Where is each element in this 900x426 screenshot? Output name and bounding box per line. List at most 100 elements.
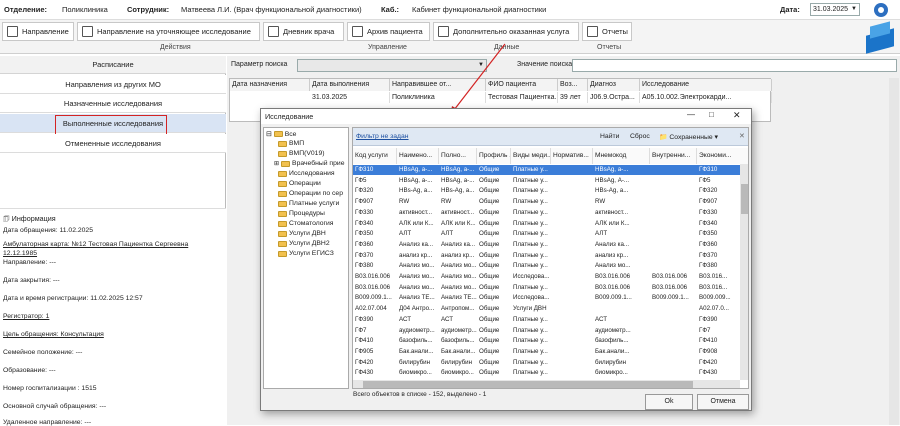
info-ambulatory-card[interactable]: Амбулаторная карта: №12 Тестовая Пациент… bbox=[3, 241, 188, 248]
patient-archive-button[interactable]: Архив пациента bbox=[347, 22, 430, 41]
scrollbar-horizontal[interactable] bbox=[353, 380, 740, 388]
table-row[interactable]: B009.009.1... Анализ ТЕ... Анализ ТЕ... Общ… bbox=[353, 293, 740, 303]
diary-icon bbox=[268, 26, 279, 37]
table-cell: АСТ bbox=[441, 315, 454, 323]
column-header[interactable]: Дата выполнения bbox=[310, 79, 390, 91]
scrollbar[interactable] bbox=[740, 164, 748, 380]
table-row[interactable]: ГФ330 активност... активност... Общие Платны… bbox=[353, 208, 740, 218]
scrollbar[interactable] bbox=[889, 78, 899, 425]
tree-node[interactable]: ВМП(V019) bbox=[278, 150, 324, 157]
nav-item-external-directions[interactable]: Направления из других МО bbox=[0, 75, 226, 94]
column-header[interactable]: Дата назначения bbox=[230, 79, 310, 91]
tree-node[interactable]: Исследования bbox=[278, 170, 335, 177]
column-header[interactable]: Виды меди... bbox=[511, 148, 551, 164]
column-header[interactable]: Наимено... bbox=[397, 148, 439, 164]
table-cell: ГФ7 bbox=[355, 326, 367, 334]
maximize-icon[interactable]: □ bbox=[709, 110, 714, 119]
reset-button[interactable]: Сброс bbox=[630, 133, 650, 140]
additional-service-button[interactable]: Дополнительно оказанная услуга bbox=[433, 22, 579, 41]
nav-item-cancelled-studies[interactable]: Отмененные исследования bbox=[0, 134, 226, 153]
table-cell: Исследова... bbox=[513, 273, 550, 280]
tree-node[interactable]: ⊞ Врачебный прие bbox=[274, 160, 344, 167]
folder-icon bbox=[281, 160, 291, 167]
table-cell bbox=[551, 347, 593, 357]
table-cell bbox=[551, 293, 593, 303]
info-direction: Направление: --- bbox=[3, 259, 57, 266]
tree-node[interactable]: Операции по сер bbox=[278, 190, 343, 197]
column-header[interactable]: Мнемокод bbox=[593, 148, 650, 164]
table-row[interactable]: ГФ905 Бак.анали... Бак.анали... Общие Платны… bbox=[353, 347, 740, 357]
table-row[interactable]: ГФ390 АСТ АСТ Общие Платные у... АСТ ГФ390 bbox=[353, 315, 740, 325]
table-cell: Общие bbox=[479, 251, 500, 259]
tree-node[interactable]: ВМП bbox=[278, 140, 304, 147]
doctor-diary-button[interactable]: Дневник врача bbox=[263, 22, 344, 41]
table-row[interactable]: ГФ360 Анализ ка... Анализ ка... Общие Платны… bbox=[353, 240, 740, 250]
table-cell: Общие bbox=[479, 273, 500, 280]
table-cell: Платные у... bbox=[513, 262, 548, 270]
saved-filters-button[interactable]: 📁 Сохраненные ▾ bbox=[659, 133, 718, 141]
table-row[interactable]: ГФ7 аудиометр... аудиометр... Общие Платные … bbox=[353, 326, 740, 336]
column-header[interactable]: Полно... bbox=[439, 148, 477, 164]
table-row[interactable]: ГФ420 билирубин билирубин Общие Платные у...… bbox=[353, 358, 740, 368]
table-cell: RW bbox=[399, 198, 410, 206]
table-row[interactable]: ГФ430 биомикро... биомикро... Общие Платные … bbox=[353, 368, 740, 378]
table-cell: HBsAg, а-... bbox=[595, 166, 629, 173]
table-cell bbox=[650, 358, 697, 368]
column-header[interactable]: Экономи... bbox=[697, 148, 748, 164]
dialog-title: Исследование bbox=[265, 112, 314, 121]
tree-node[interactable]: Платные услуги bbox=[278, 200, 339, 207]
table-row[interactable]: ГФ907 RW RW Общие Платные у... RW ГФ907 bbox=[353, 197, 740, 207]
table-cell bbox=[650, 326, 697, 336]
cancel-button[interactable]: Отмена bbox=[697, 394, 749, 410]
search-value-input[interactable] bbox=[572, 59, 897, 72]
tree-node[interactable]: Операции bbox=[278, 180, 321, 187]
tree-node[interactable]: Услуги ЕГИСЗ bbox=[278, 250, 334, 257]
table-cell: Анализ ка... bbox=[441, 240, 476, 248]
column-header[interactable]: Диагноз bbox=[588, 79, 640, 91]
info-visit-purpose[interactable]: Цель обращения: Консультация bbox=[3, 331, 104, 338]
column-header[interactable]: Воз... bbox=[558, 79, 588, 91]
table-row[interactable]: ГФ320 HBs-Ag, а... HBs-Ag, а... Общие Платны… bbox=[353, 186, 740, 196]
column-header[interactable]: Норматив... bbox=[551, 148, 593, 164]
column-header[interactable]: Код услуги bbox=[353, 148, 397, 164]
close-icon[interactable]: ✕ bbox=[733, 110, 741, 121]
nav-item-assigned-studies[interactable]: Назначенные исследования bbox=[0, 94, 226, 113]
clarifying-direction-button[interactable]: Направление на уточняющее исследование bbox=[77, 22, 260, 41]
minimize-icon[interactable]: — bbox=[687, 110, 695, 119]
table-row[interactable]: ГФ410 базофиль... базофиль... Общие Платные … bbox=[353, 336, 740, 346]
close-icon[interactable]: ✕ bbox=[739, 132, 745, 140]
table-cell: АЛК или К... bbox=[399, 219, 434, 227]
find-button[interactable]: Найти bbox=[600, 133, 619, 140]
tree-node[interactable]: Процедуры bbox=[278, 210, 325, 217]
table-row[interactable]: B03.016.006 Анализ мо... Анализ мо... Общие… bbox=[353, 283, 740, 293]
tree-node[interactable]: Услуги ДВН bbox=[278, 230, 326, 237]
table-cell bbox=[650, 315, 697, 325]
table-row[interactable]: ГФ310 HBsAg, а-... HBsAg, а-... Общие Платны… bbox=[353, 165, 740, 175]
tree-root[interactable]: ⊟ Все bbox=[266, 130, 296, 139]
table-row[interactable]: B03.016.006 Анализ мо... Анализ мо... Общие… bbox=[353, 272, 740, 282]
reports-button[interactable]: Отчеты bbox=[582, 22, 632, 41]
schedule-header[interactable]: Расписание bbox=[0, 56, 226, 74]
table-cell: Платные у... bbox=[513, 166, 548, 173]
gear-icon[interactable] bbox=[874, 3, 888, 17]
table-row[interactable]: ГФ370 анализ кр... анализ кр... Общие Платны… bbox=[353, 251, 740, 261]
table-cell bbox=[551, 368, 593, 378]
tree-node[interactable]: Стоматология bbox=[278, 220, 333, 227]
info-registrar[interactable]: Регистратор: 1 bbox=[3, 313, 49, 320]
grid-icon bbox=[438, 26, 449, 37]
table-row[interactable]: ГФ5 HBsAg, а-... HBsAg, а-... Общие Платные … bbox=[353, 176, 740, 186]
column-header[interactable]: Исследование bbox=[640, 79, 772, 91]
table-cell: билирубин bbox=[441, 358, 473, 366]
table-row[interactable]: ГФ380 Анализ мо... Анализ мо... Общие Платны… bbox=[353, 261, 740, 271]
filter-link[interactable]: Фильтр не задан bbox=[356, 133, 409, 140]
date-picker[interactable]: 31.03.2025 ▼ bbox=[810, 3, 860, 16]
column-header[interactable]: Профиль ... bbox=[477, 148, 511, 164]
tree-node[interactable]: Услуги ДВН2 bbox=[278, 240, 330, 247]
table-row[interactable]: ГФ340 АЛК или К... АЛК или К... Общие Платны… bbox=[353, 219, 740, 229]
table-row[interactable]: A02.07.004 Д04 Антро... Антропом... Общие Ус… bbox=[353, 304, 740, 314]
direction-button[interactable]: Направление bbox=[2, 22, 74, 41]
ok-button[interactable]: Ok bbox=[645, 394, 693, 410]
table-row[interactable]: ГФ350 АЛТ АЛТ Общие Платные у... АЛТ ГФ350 bbox=[353, 229, 740, 239]
table-cell: Платные у... bbox=[513, 176, 548, 184]
column-header[interactable]: Внутренни... bbox=[650, 148, 697, 164]
